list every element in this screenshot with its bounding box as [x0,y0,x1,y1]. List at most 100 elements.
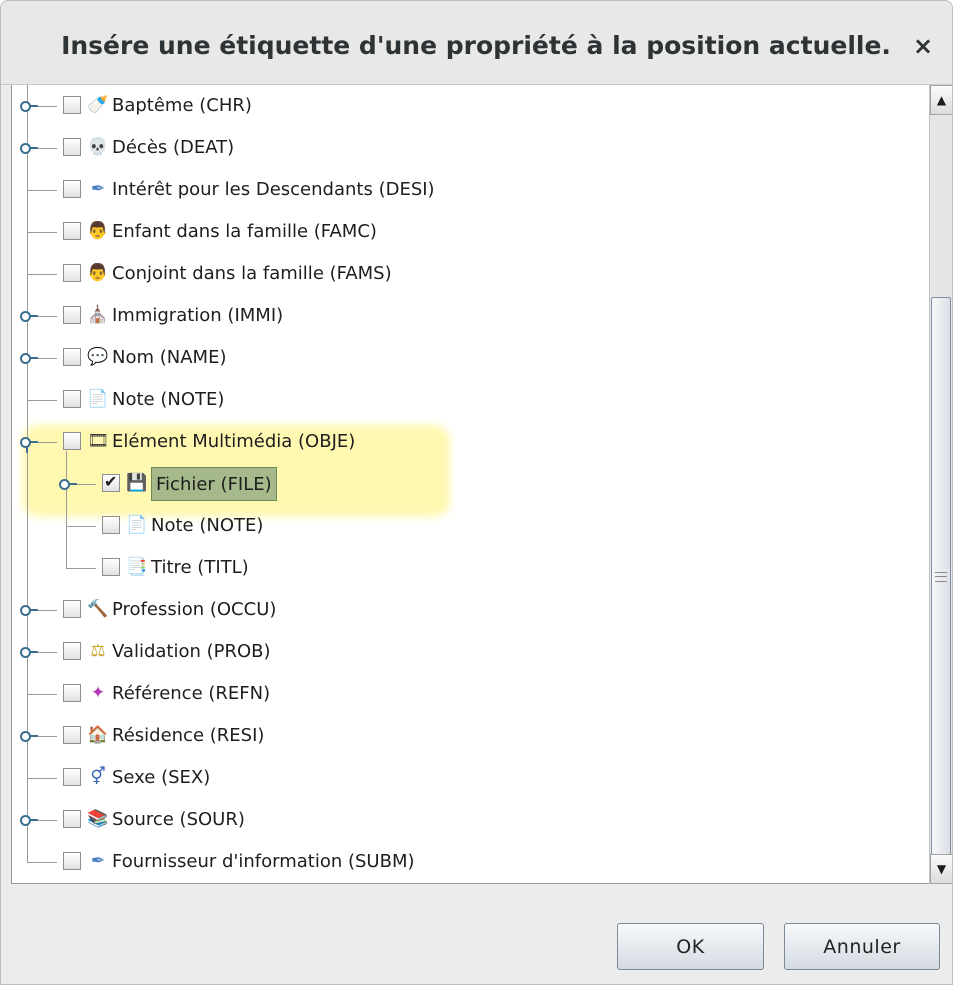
property-checkbox[interactable] [63,222,81,240]
title-bar: Insére une étiquette d'une propriété à l… [1,1,952,85]
property-checkbox[interactable] [102,516,120,534]
close-icon: × [912,32,934,60]
tree-row[interactable]: 🎞 Elément Multimédia (OBJE) [12,421,929,463]
floppy-disk-icon: 💾 [126,473,148,493]
tree-item-label: Intérêt pour les Descendants (DESI) [112,179,435,200]
tree-item-label: Enfant dans la famille (FAMC) [112,221,377,242]
note-icon: 📄 [87,389,109,409]
vertical-scrollbar[interactable]: ▲ ▼ [929,85,952,884]
tree-row[interactable]: 💀 Décès (DEAT) [12,127,929,169]
tree-item-label: Référence (REFN) [112,683,271,704]
property-checkbox[interactable] [63,348,81,366]
close-button[interactable]: × [909,31,937,61]
tree-item-label: Immigration (IMMI) [112,305,284,326]
tree-row[interactable]: ⚖ Validation (PROB) [12,631,929,673]
title-icon: 📑 [126,557,148,577]
tree-row[interactable]: 👨 Enfant dans la famille (FAMC) [12,211,929,253]
puzzle-icon: ✦ [90,683,106,703]
property-checkbox[interactable] [63,684,81,702]
tree-child-row[interactable]: 💾Fichier (FILE) [12,463,929,505]
tree-connector-line [66,526,96,527]
property-checkbox[interactable] [63,726,81,744]
baptism-icon: 🍼 [87,95,109,115]
property-checkbox[interactable] [102,472,120,492]
tree-connector-line [27,400,57,401]
expand-toggle-icon[interactable] [20,727,38,745]
tree-row[interactable]: 📚 Source (SOUR) [12,799,929,841]
skull-icon: 💀 [87,137,109,157]
tree-row[interactable]: ⚥ Sexe (SEX) [12,757,929,799]
tree-item-label: Validation (PROB) [112,641,271,662]
gender-icon: ⚥ [90,767,106,787]
tree-item-label: Titre (TITL) [151,557,249,578]
tree-row[interactable]: ✒ Fournisseur d'information (SUBM) [12,841,929,883]
house-icon: 🏠 [87,725,109,745]
quill-icon: ✒ [90,179,106,199]
tree-item-label: Fournisseur d'information (SUBM) [112,851,415,872]
tree-row[interactable]: ⛪ Immigration (IMMI) [12,295,929,337]
tree-row[interactable]: ✦ Référence (REFN) [12,673,929,715]
tree-item-label: Conjoint dans la famille (FAMS) [112,263,392,284]
property-checkbox[interactable] [63,432,81,450]
tree-item-label: Résidence (RESI) [112,725,265,746]
hammer-icon: 🔨 [87,599,109,619]
property-checkbox[interactable] [63,390,81,408]
property-checkbox[interactable] [63,180,81,198]
expand-toggle-icon[interactable] [20,97,38,115]
property-checkbox[interactable] [63,768,81,786]
scrollbar-thumb[interactable] [931,297,951,855]
tree-connector-line [27,862,57,863]
tree-connector-line [27,778,57,779]
expand-toggle-icon[interactable] [20,307,38,325]
tree-row[interactable]: 🔨 Profession (OCCU) [12,589,929,631]
property-checkbox[interactable] [63,852,81,870]
expand-toggle-icon[interactable] [20,349,38,367]
cancel-button[interactable]: Annuler [784,923,940,970]
tree-row[interactable]: 🍼 Baptême (CHR) [12,85,929,127]
ok-button-label: OK [676,935,705,958]
tree-connector-line [27,694,57,695]
tree-row[interactable]: 📄 Note (NOTE) [12,379,929,421]
family-icon: 👨 [87,263,109,283]
tree-child-row[interactable]: 📑 Titre (TITL) [12,547,929,589]
tree-item-label: Elément Multimédia (OBJE) [112,431,356,452]
arrow-down-icon: ▼ [936,862,947,876]
tree-row[interactable]: 💬 Nom (NAME) [12,337,929,379]
collapse-toggle-icon[interactable] [20,433,38,453]
tree-item-label: Note (NOTE) [151,515,264,536]
quill-icon: ✒ [90,851,106,871]
tree-connector-line [66,568,96,569]
tree-item-label: Décès (DEAT) [112,137,235,158]
expand-toggle-icon[interactable] [59,475,77,493]
ok-button[interactable]: OK [617,923,764,970]
expand-toggle-icon[interactable] [20,139,38,157]
tree-row[interactable]: 👨 Conjoint dans la famille (FAMS) [12,253,929,295]
tree-item-label: Nom (NAME) [112,347,227,368]
property-checkbox[interactable] [63,138,81,156]
expand-toggle-icon[interactable] [20,643,38,661]
probate-icon: ⚖ [90,641,106,661]
expand-toggle-icon[interactable] [20,601,38,619]
tree-item-label: Note (NOTE) [112,389,225,410]
property-checkbox[interactable] [63,96,81,114]
scroll-down-button[interactable]: ▼ [930,854,952,884]
arrow-up-icon: ▲ [936,93,947,107]
scroll-up-button[interactable]: ▲ [930,85,952,115]
expand-toggle-icon[interactable] [20,811,38,829]
property-checkbox[interactable] [63,264,81,282]
cancel-button-label: Annuler [823,935,901,958]
property-checkbox[interactable] [63,642,81,660]
building-icon: ⛪ [87,305,109,325]
tree-child-row[interactable]: 📄 Note (NOTE) [12,505,929,547]
tree-connector-line [27,190,57,191]
property-checkbox[interactable] [63,306,81,324]
tree-connector-line [27,274,57,275]
tree-connector-line [27,232,57,233]
property-checkbox[interactable] [63,810,81,828]
tree-item-label: Baptême (CHR) [112,95,252,116]
property-checkbox[interactable] [102,558,120,576]
property-checkbox[interactable] [63,600,81,618]
tree-row[interactable]: ✒ Intérêt pour les Descendants (DESI) [12,169,929,211]
tree-item-label: Sexe (SEX) [112,767,211,788]
tree-row[interactable]: 🏠 Résidence (RESI) [12,715,929,757]
